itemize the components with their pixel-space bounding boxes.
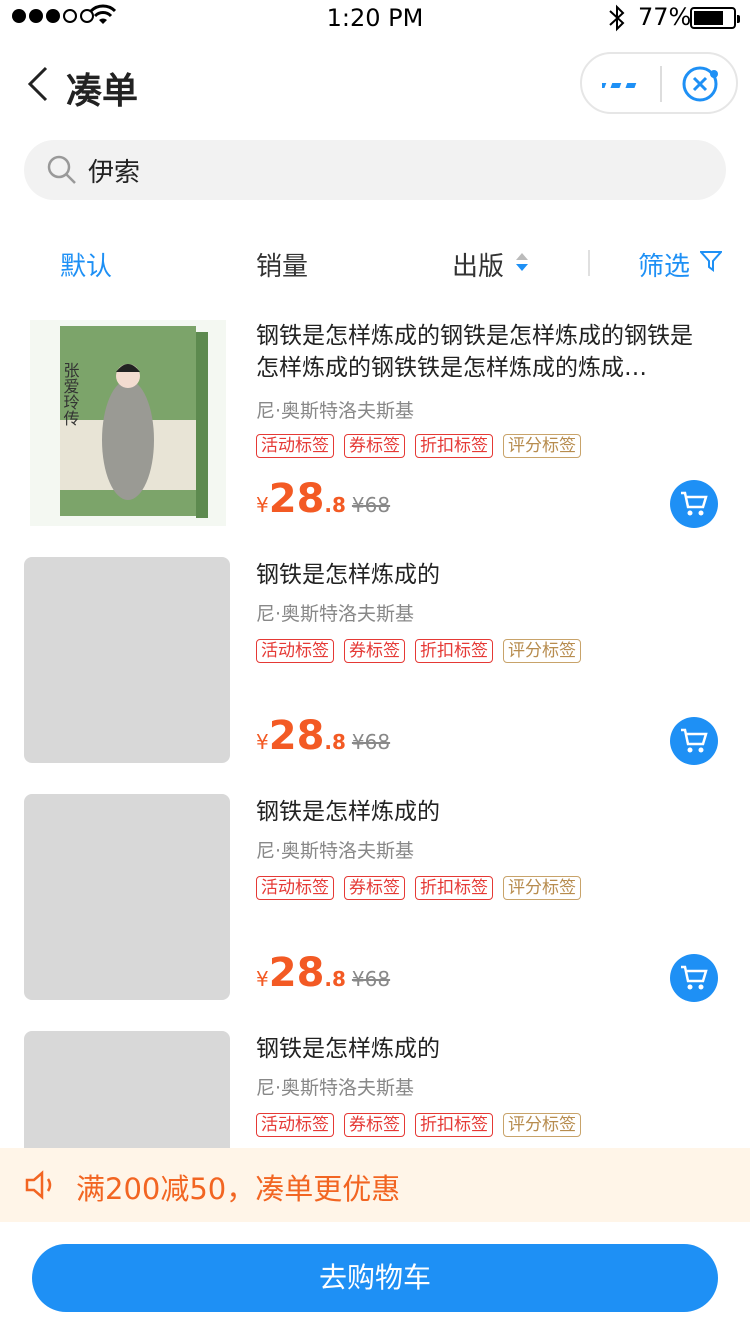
sort-bar: 默认 销量 出版 筛选 — [0, 228, 750, 298]
tag-discount: 折扣标签 — [415, 1113, 493, 1137]
tag-coupon: 券标签 — [344, 876, 405, 900]
price-decimal: .8 — [324, 493, 346, 517]
sort-default[interactable]: 默认 — [60, 246, 112, 283]
cart-icon — [681, 965, 708, 990]
product-image-placeholder — [24, 794, 230, 1000]
bottom-bar: 去购物车 — [0, 1222, 750, 1334]
nav-bar: 凑单 — [0, 48, 750, 128]
search-input[interactable]: 伊索 — [88, 152, 140, 189]
price-currency: ¥ — [256, 493, 269, 517]
add-to-cart-button[interactable] — [670, 480, 718, 528]
bluetooth-icon — [609, 4, 625, 32]
back-icon[interactable] — [22, 64, 62, 104]
battery-percent: 77% — [638, 3, 692, 31]
product-tags: 活动标签 券标签 折扣标签 评分标签 — [256, 1113, 581, 1137]
go-to-cart-button[interactable]: 去购物车 — [32, 1244, 718, 1312]
tag-coupon: 券标签 — [344, 434, 405, 458]
product-author: 尼·奥斯特洛夫斯基 — [256, 400, 415, 422]
cover-title-text: 张爱玲传 — [61, 362, 80, 426]
product-title[interactable]: 钢铁是怎样炼成的 — [256, 1033, 706, 1065]
sort-publish[interactable]: 出版 — [452, 246, 504, 283]
capsule-divider — [660, 66, 662, 102]
product-author: 尼·奥斯特洛夫斯基 — [256, 840, 415, 862]
product-title[interactable]: 钢铁是怎样炼成的 — [256, 559, 706, 591]
product-author: 尼·奥斯特洛夫斯基 — [256, 603, 415, 625]
tag-rating: 评分标签 — [503, 434, 581, 458]
product-title[interactable]: 钢铁是怎样炼成的 — [256, 796, 706, 828]
product-price: ¥28.8 ¥68 — [256, 476, 390, 522]
sort-filter[interactable]: 筛选 — [638, 246, 690, 283]
original-price: ¥68 — [351, 730, 391, 754]
price-integer: 28 — [268, 476, 325, 522]
tag-activity: 活动标签 — [256, 639, 334, 663]
product-price: ¥28.8 ¥68 — [256, 950, 390, 996]
search-icon — [47, 155, 76, 184]
product-item[interactable]: 张爱玲传 钢铁是怎样炼成的钢铁是怎样炼成的钢铁是怎样炼成的钢铁铁是怎样炼成的炼成… — [0, 320, 750, 550]
original-price: ¥68 — [351, 493, 391, 517]
sort-divider — [588, 250, 590, 276]
add-to-cart-button[interactable] — [670, 717, 718, 765]
price-currency: ¥ — [256, 967, 269, 991]
price-currency: ¥ — [256, 730, 269, 754]
mini-program-capsule — [580, 52, 738, 114]
battery-icon — [690, 7, 740, 29]
tag-activity: 活动标签 — [256, 434, 334, 458]
product-tags: 活动标签 券标签 折扣标签 评分标签 — [256, 639, 581, 663]
price-decimal: .8 — [324, 967, 346, 991]
tag-discount: 折扣标签 — [415, 434, 493, 458]
product-tags: 活动标签 券标签 折扣标签 评分标签 — [256, 876, 581, 900]
status-bar: 1:20 PM 77% — [0, 0, 750, 40]
tag-rating: 评分标签 — [503, 876, 581, 900]
cart-icon — [681, 728, 708, 753]
price-integer: 28 — [268, 713, 325, 759]
product-item[interactable]: 钢铁是怎样炼成的 尼·奥斯特洛夫斯基 活动标签 券标签 折扣标签 评分标签 ¥2… — [0, 557, 750, 787]
book-cover-image: 张爱玲传 — [30, 320, 226, 526]
sort-arrows-icon — [516, 253, 528, 271]
filter-icon[interactable] — [700, 250, 722, 272]
tag-activity: 活动标签 — [256, 876, 334, 900]
search-box[interactable]: 伊索 — [24, 140, 726, 200]
promo-text: 满200减50，凑单更优惠 — [76, 1172, 401, 1206]
price-integer: 28 — [268, 950, 325, 996]
product-author: 尼·奥斯特洛夫斯基 — [256, 1077, 415, 1099]
tag-rating: 评分标签 — [503, 639, 581, 663]
tag-rating: 评分标签 — [503, 1113, 581, 1137]
tag-discount: 折扣标签 — [415, 876, 493, 900]
tag-discount: 折扣标签 — [415, 639, 493, 663]
more-icon[interactable] — [602, 70, 642, 100]
product-title[interactable]: 钢铁是怎样炼成的钢铁是怎样炼成的钢铁是怎样炼成的钢铁铁是怎样炼成的炼成… — [256, 320, 706, 384]
promo-banner: 满200减50，凑单更优惠 — [0, 1148, 750, 1222]
product-item[interactable]: 钢铁是怎样炼成的 尼·奥斯特洛夫斯基 活动标签 券标签 折扣标签 评分标签 ¥2… — [0, 794, 750, 1024]
tag-coupon: 券标签 — [344, 1113, 405, 1137]
speaker-icon — [25, 1170, 52, 1200]
product-image-placeholder — [24, 557, 230, 763]
product-tags: 活动标签 券标签 折扣标签 评分标签 — [256, 434, 581, 458]
add-to-cart-button[interactable] — [670, 954, 718, 1002]
page-title: 凑单 — [66, 71, 139, 112]
product-price: ¥28.8 ¥68 — [256, 713, 390, 759]
close-icon[interactable] — [680, 64, 720, 104]
tag-coupon: 券标签 — [344, 639, 405, 663]
tag-activity: 活动标签 — [256, 1113, 334, 1137]
price-decimal: .8 — [324, 730, 346, 754]
cart-icon — [681, 491, 708, 516]
sort-sales[interactable]: 销量 — [256, 246, 308, 283]
original-price: ¥68 — [351, 967, 391, 991]
